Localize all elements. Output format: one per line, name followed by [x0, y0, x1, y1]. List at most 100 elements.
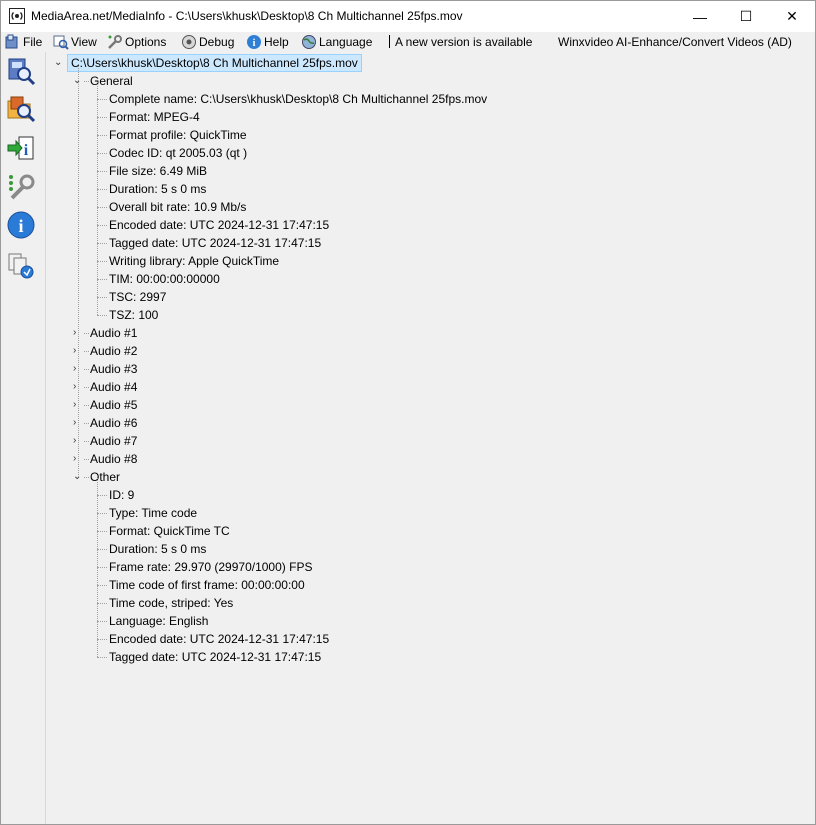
tree-guide — [78, 66, 79, 477]
tree-item[interactable]: File size: 6.49 MiB — [109, 162, 207, 180]
svg-text:i: i — [18, 216, 23, 236]
mediainfo-app-icon — [9, 8, 25, 24]
knowledge-icon — [8, 253, 34, 279]
tree-connector — [84, 441, 89, 442]
menu-language-label: Language — [319, 35, 373, 49]
tree-group-audio-7[interactable]: Audio #7 — [90, 432, 137, 450]
side-toolbar: i i — [1, 52, 46, 824]
svg-text:i: i — [24, 142, 29, 159]
tree-connector — [97, 243, 107, 244]
menu-view[interactable]: View — [53, 34, 97, 50]
tree-item[interactable]: Language: English — [109, 612, 208, 630]
export-button[interactable]: i — [5, 132, 37, 164]
tree-group-audio-1[interactable]: Audio #1 — [90, 324, 137, 342]
tree-connector — [84, 351, 89, 352]
tree-item[interactable]: Complete name: C:\Users\khusk\Desktop\8 … — [109, 90, 487, 108]
menu-options-label: Options — [125, 35, 167, 49]
tree-connector — [97, 639, 107, 640]
menu-debug-label: Debug — [199, 35, 235, 49]
tree-group-audio-2[interactable]: Audio #2 — [90, 342, 137, 360]
help-icon: i — [247, 35, 261, 49]
open-file-icon — [8, 58, 36, 86]
tree-group-audio-3[interactable]: Audio #3 — [90, 360, 137, 378]
tree-item[interactable]: Time code of first frame: 00:00:00:00 — [109, 576, 305, 594]
close-icon: ✕ — [786, 8, 798, 24]
menu-view-label: View — [71, 35, 97, 49]
tree-item[interactable]: Writing library: Apple QuickTime — [109, 252, 279, 270]
tree-connector — [84, 477, 89, 478]
menu-language[interactable]: Language — [301, 34, 372, 50]
minimize-icon: — — [693, 8, 707, 25]
tree-root-file[interactable]: C:\Users\khusk\Desktop\8 Ch Multichannel… — [67, 54, 362, 72]
tree-connector — [97, 603, 107, 604]
open-folder-icon — [7, 96, 36, 123]
about-button[interactable]: i — [5, 209, 37, 241]
tree-item[interactable]: Duration: 5 s 0 ms — [109, 180, 206, 198]
tree-connector — [84, 333, 89, 334]
preferences-button[interactable] — [5, 171, 37, 203]
tree-connector — [97, 657, 107, 658]
close-button[interactable]: ✕ — [769, 1, 815, 32]
tree-item[interactable]: Codec ID: qt 2005.03 (qt ) — [109, 144, 247, 162]
tree-connector — [97, 135, 107, 136]
menu-help[interactable]: i Help — [246, 34, 289, 50]
menu-file-label: File — [23, 35, 43, 49]
tree-connector — [97, 189, 107, 190]
menu-new-version-label: A new version is available — [395, 35, 533, 49]
menu-help-label: Help — [264, 35, 289, 49]
tree-connector — [97, 567, 107, 568]
tree-connector — [97, 531, 107, 532]
info-tree: ⌄ C:\Users\khusk\Desktop\8 Ch Multichann… — [46, 52, 815, 824]
menu-options[interactable]: Options — [107, 34, 166, 50]
tree-item[interactable]: Time code, striped: Yes — [109, 594, 233, 612]
tree-guide — [97, 82, 98, 315]
options-icon — [108, 35, 122, 49]
tree-connector — [97, 279, 107, 280]
tree-item[interactable]: Format: QuickTime TC — [109, 522, 230, 540]
tree-item[interactable]: Tagged date: UTC 2024-12-31 17:47:15 — [109, 234, 321, 252]
tree-item[interactable]: Format: MPEG-4 — [109, 108, 200, 126]
open-folder-button[interactable] — [5, 92, 37, 124]
tree-item[interactable]: Duration: 5 s 0 ms — [109, 540, 206, 558]
menu-file[interactable]: File — [5, 34, 42, 50]
tree-connector — [97, 99, 107, 100]
tree-connector — [97, 153, 107, 154]
tree-connector — [84, 369, 89, 370]
tree-group-audio-8[interactable]: Audio #8 — [90, 450, 137, 468]
menu-ad[interactable]: Winxvideo AI-Enhance/Convert Videos (AD) — [558, 34, 792, 50]
tree-group-audio-5[interactable]: Audio #5 — [90, 396, 137, 414]
chevron-down-icon[interactable]: ⌄ — [54, 58, 64, 68]
view-icon — [53, 35, 69, 50]
tree-item[interactable]: Type: Time code — [109, 504, 197, 522]
tree-item[interactable]: TIM: 00:00:00:00000 — [109, 270, 220, 288]
tree-connector — [84, 423, 89, 424]
menu-ad-label: Winxvideo AI-Enhance/Convert Videos (AD) — [558, 35, 792, 49]
tree-group-audio-4[interactable]: Audio #4 — [90, 378, 137, 396]
minimize-button[interactable]: — — [677, 1, 723, 32]
maximize-button[interactable]: ☐ — [723, 1, 769, 32]
title-bar: MediaArea.net/MediaInfo - C:\Users\khusk… — [1, 1, 815, 32]
menu-debug[interactable]: Debug — [181, 34, 234, 50]
tree-item[interactable]: Format profile: QuickTime — [109, 126, 247, 144]
tree-item[interactable]: Overall bit rate: 10.9 Mb/s — [109, 198, 246, 216]
menu-new-version[interactable]: A new version is available — [395, 34, 532, 50]
tree-item[interactable]: Frame rate: 29.970 (29970/1000) FPS — [109, 558, 312, 576]
tree-item[interactable]: Encoded date: UTC 2024-12-31 17:47:15 — [109, 216, 329, 234]
tree-group-other[interactable]: Other — [90, 468, 120, 486]
tree-item[interactable]: TSZ: 100 — [109, 306, 158, 324]
knowledge-button[interactable] — [5, 249, 37, 281]
tree-group-audio-6[interactable]: Audio #6 — [90, 414, 137, 432]
tree-item[interactable]: TSC: 2997 — [109, 288, 166, 306]
globe-icon — [302, 35, 316, 49]
debug-icon — [182, 35, 196, 49]
window-title: MediaArea.net/MediaInfo - C:\Users\khusk… — [31, 9, 463, 23]
open-file-button[interactable] — [5, 55, 37, 87]
about-icon: i — [7, 211, 35, 239]
tree-connector — [84, 387, 89, 388]
tree-item[interactable]: ID: 9 — [109, 486, 134, 504]
export-icon: i — [7, 136, 34, 160]
file-icon — [5, 34, 18, 49]
tree-item[interactable]: Tagged date: UTC 2024-12-31 17:47:15 — [109, 648, 321, 666]
tree-item[interactable]: Encoded date: UTC 2024-12-31 17:47:15 — [109, 630, 329, 648]
menu-separator — [389, 35, 390, 48]
